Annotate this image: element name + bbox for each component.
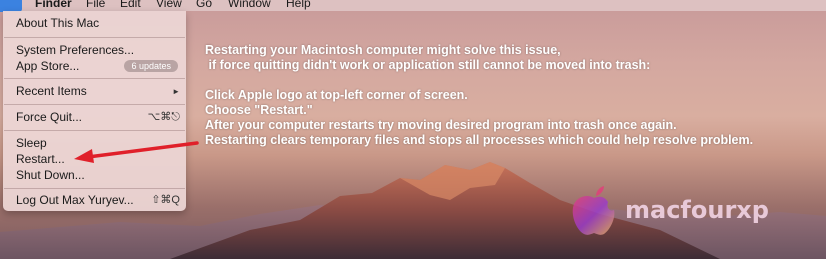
instruction-line: if force quitting didn't work or applica… xyxy=(205,58,651,72)
instruction-line: Click Apple logo at top-left corner of s… xyxy=(205,88,468,102)
instruction-text: Restarting your Macintosh computer might… xyxy=(205,43,820,148)
instruction-line: After your computer restarts try moving … xyxy=(205,118,677,132)
watermark-text: macfourxp xyxy=(625,196,769,224)
instruction-line xyxy=(205,73,820,88)
instruction-line: Restarting clears temporary files and st… xyxy=(205,133,754,147)
instruction-line: Choose "Restart." xyxy=(205,103,313,117)
instruction-line: Restarting your Macintosh computer might… xyxy=(205,43,561,57)
